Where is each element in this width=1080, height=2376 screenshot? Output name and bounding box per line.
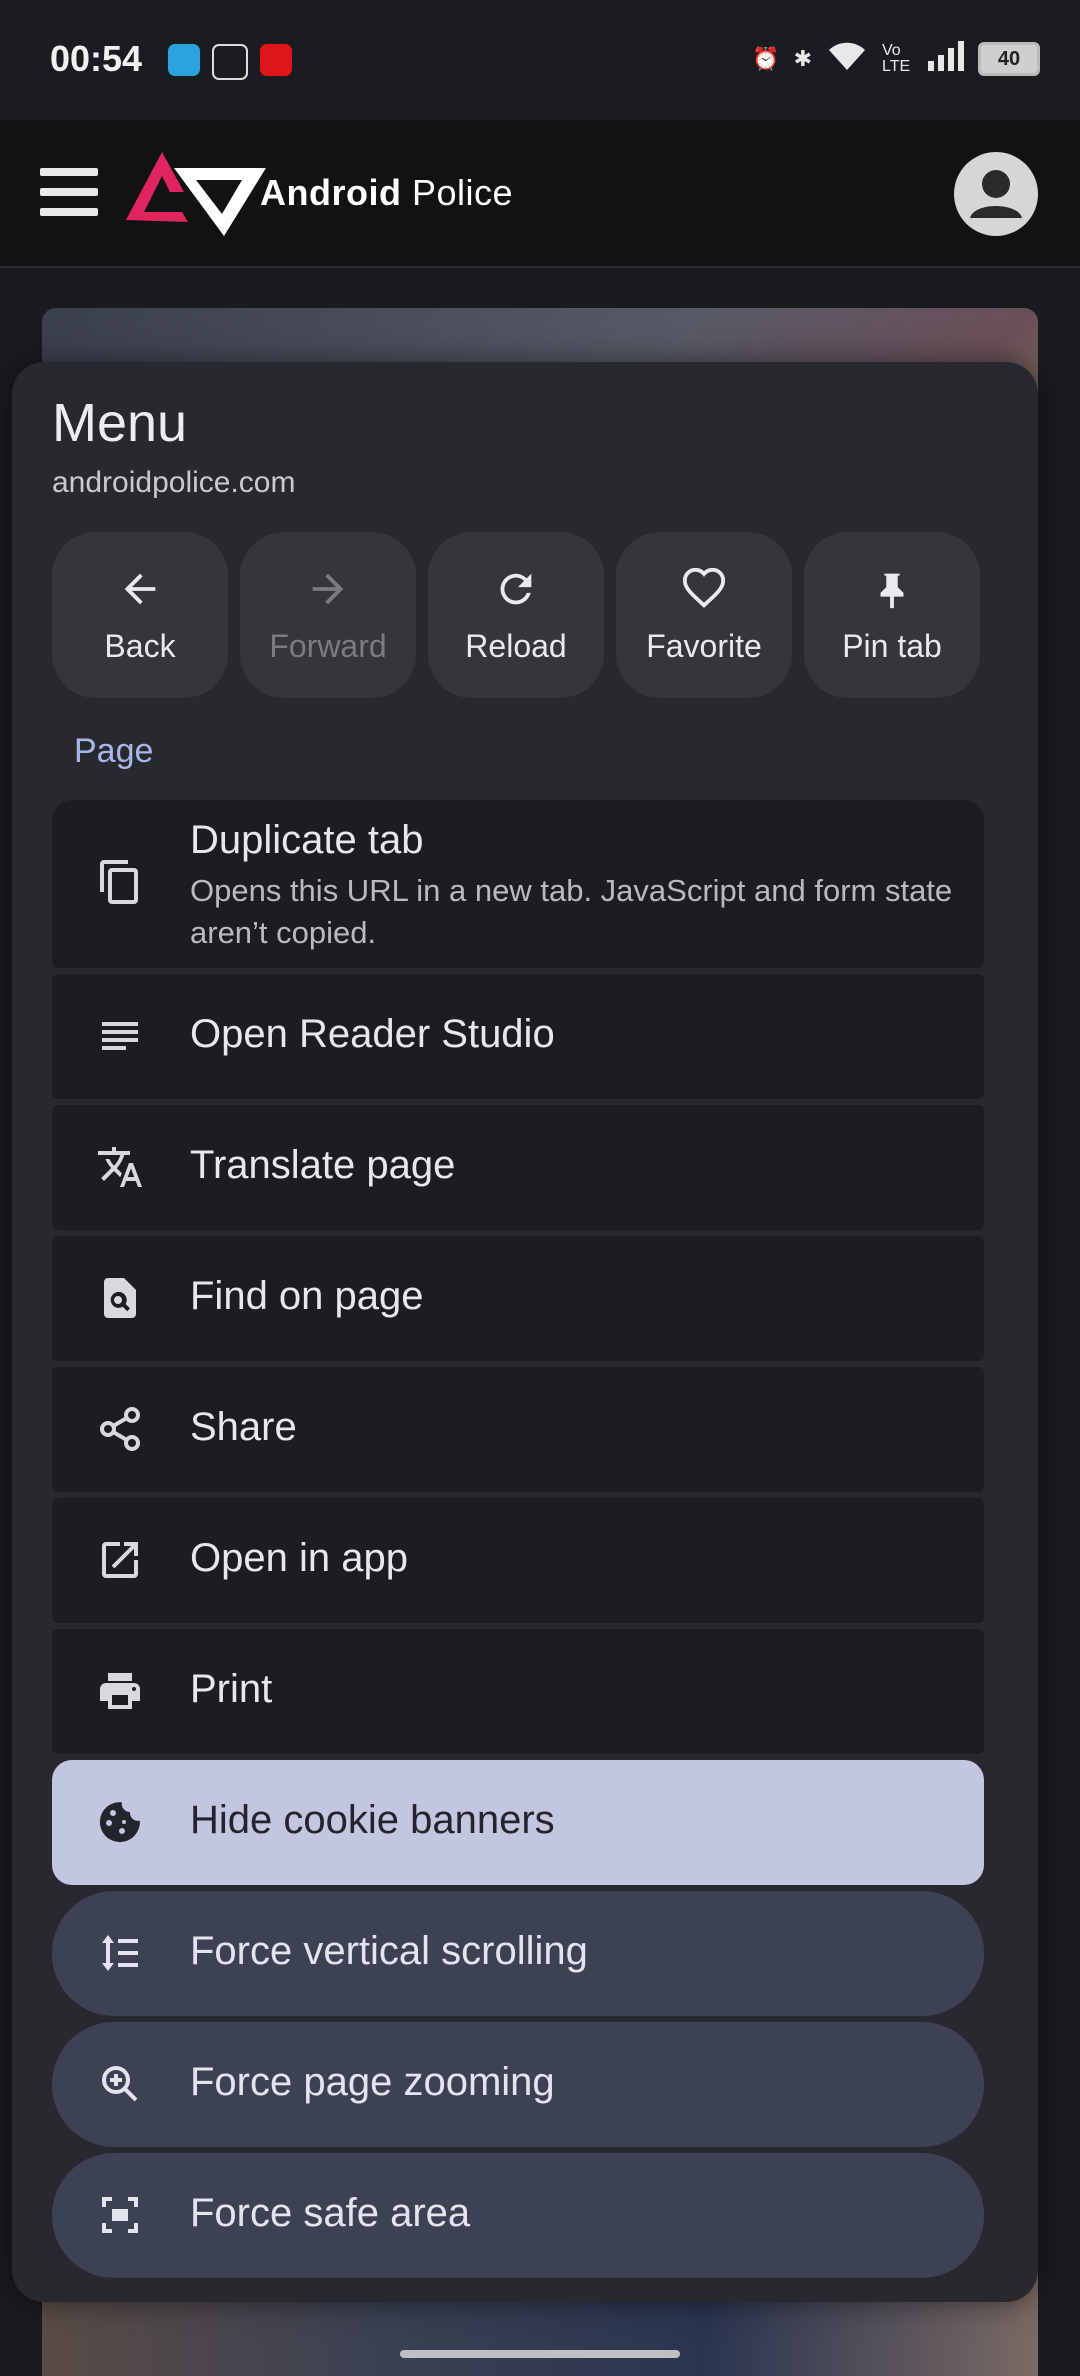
back-button[interactable]: Back	[52, 532, 228, 698]
browser-menu-sheet: Menu androidpolice.com Back Forward Relo…	[12, 362, 1038, 2302]
find-in-page-icon	[104, 1278, 136, 1318]
favorite-label: Favorite	[646, 627, 762, 664]
site-header: Android Police	[0, 120, 1080, 268]
share-label: Share	[190, 1405, 297, 1449]
battery-icon: 40	[978, 42, 1040, 76]
gesture-navigation-bar[interactable]	[400, 2350, 680, 2358]
battery-level: 40	[997, 47, 1021, 70]
open-reader-studio-label: Open Reader Studio	[190, 1012, 555, 1056]
brand-bold: Android	[260, 172, 402, 213]
pin-icon	[880, 573, 904, 608]
safe-area-icon	[102, 2197, 138, 2233]
reader-icon	[102, 1022, 138, 1050]
reload-icon	[500, 573, 532, 604]
print-label: Print	[190, 1667, 273, 1711]
airtel-icon	[260, 44, 292, 76]
arrow-right-icon	[312, 573, 344, 604]
force-page-zooming-label: Force page zooming	[190, 2060, 555, 2104]
open-reader-studio-item[interactable]: Open Reader Studio	[52, 974, 984, 1099]
account-avatar-icon[interactable]	[954, 152, 1038, 236]
android-police-logo-icon	[126, 152, 266, 236]
notification-icons	[168, 44, 292, 80]
print-icon	[100, 1673, 140, 1709]
share-icon	[100, 1407, 140, 1451]
site-logo[interactable]: Android Police	[126, 150, 513, 236]
find-on-page-item[interactable]: Find on page	[52, 1236, 984, 1361]
menu-url: androidpolice.com	[52, 466, 296, 499]
hide-cookie-banners-toggle[interactable]: Hide cookie banners	[52, 1760, 984, 1885]
translate-page-item[interactable]: Translate page	[52, 1105, 984, 1230]
open-external-icon	[102, 1542, 138, 1578]
wifi-icon	[826, 40, 868, 78]
alarm-icon: ⏰	[752, 46, 780, 71]
vertical-scroll-icon	[102, 1935, 138, 1971]
site-brand-text: Android Police	[260, 172, 513, 214]
bed-icon	[212, 44, 248, 80]
heart-icon	[682, 567, 726, 608]
pin-tab-button[interactable]: Pin tab	[804, 532, 980, 698]
favorite-button[interactable]: Favorite	[616, 532, 792, 698]
find-on-page-label: Find on page	[190, 1274, 424, 1318]
brand-light: Police	[412, 172, 514, 213]
back-label: Back	[104, 627, 176, 664]
arrow-left-icon	[124, 573, 156, 604]
print-item[interactable]: Print	[52, 1629, 984, 1754]
duplicate-tab-item[interactable]: Duplicate tab Opens this URL in a new ta…	[52, 800, 984, 968]
forward-label: Forward	[269, 627, 387, 664]
bluetooth-icon: ✱	[793, 46, 812, 71]
force-page-zooming-toggle[interactable]: Force page zooming	[52, 2022, 984, 2147]
force-vertical-scrolling-label: Force vertical scrolling	[190, 1929, 588, 1973]
telegram-icon	[168, 44, 200, 76]
share-item[interactable]: Share	[52, 1367, 984, 1492]
hamburger-menu-icon[interactable]	[40, 168, 98, 218]
duplicate-tab-description: Opens this URL in a new tab. JavaScript …	[190, 873, 953, 950]
cookie-icon	[99, 1802, 140, 1843]
force-vertical-scrolling-toggle[interactable]: Force vertical scrolling	[52, 1891, 984, 2016]
copy-icon	[100, 860, 138, 904]
status-icons: ⏰ ✱ Vo LTE 40	[752, 40, 1040, 78]
force-safe-area-label: Force safe area	[190, 2191, 471, 2235]
menu-items-list: Duplicate tab Opens this URL in a new ta…	[52, 800, 984, 2284]
duplicate-tab-label: Duplicate tab	[190, 818, 424, 862]
translate-icon	[98, 1147, 142, 1187]
force-safe-area-toggle[interactable]: Force safe area	[52, 2153, 984, 2278]
open-in-app-label: Open in app	[190, 1536, 408, 1580]
pin-tab-label: Pin tab	[842, 627, 942, 664]
network-type-label: Vo LTE	[882, 42, 911, 75]
quick-actions-row: Back Forward Reload Favorite Pin tab	[52, 532, 980, 698]
translate-page-label: Translate page	[190, 1143, 456, 1187]
status-bar: 00:54 ⏰ ✱ Vo LTE 40	[0, 0, 1080, 120]
menu-title: Menu	[52, 393, 188, 453]
open-in-app-item[interactable]: Open in app	[52, 1498, 984, 1623]
zoom-in-icon	[102, 2066, 138, 2102]
section-label-page: Page	[74, 732, 154, 770]
signal-icon	[928, 41, 964, 77]
status-time: 00:54	[50, 38, 143, 79]
reload-button[interactable]: Reload	[428, 532, 604, 698]
hide-cookie-banners-label: Hide cookie banners	[190, 1798, 555, 1842]
forward-button[interactable]: Forward	[240, 532, 416, 698]
reload-label: Reload	[465, 627, 567, 664]
